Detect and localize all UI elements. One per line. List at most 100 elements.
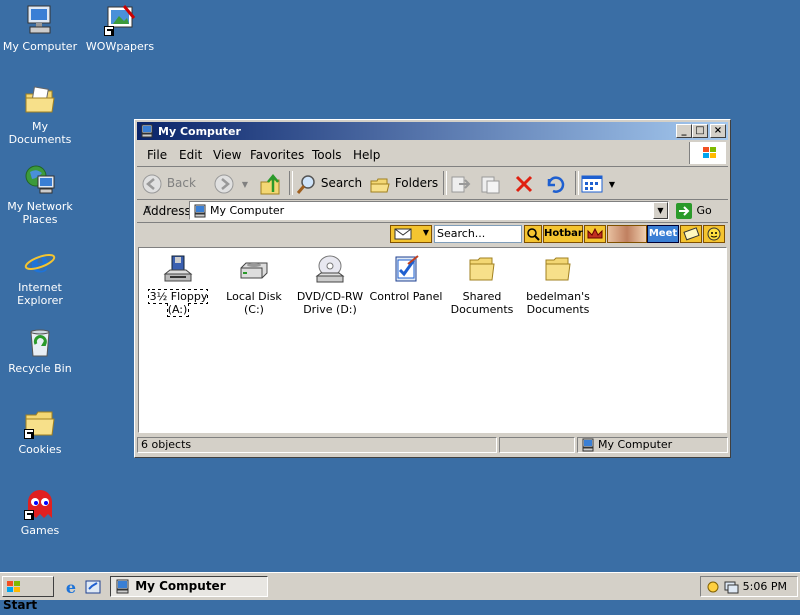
folders-label: Folders	[394, 176, 439, 190]
toolbar-separator	[575, 171, 579, 195]
shortcut-arrow-icon	[24, 429, 34, 439]
tray-network-icon[interactable]	[723, 579, 739, 601]
desktop-icon-label: Games	[20, 524, 60, 537]
desktop-icon-my-network-places[interactable]: My Network Places	[0, 164, 80, 226]
address-label: Address	[143, 204, 191, 218]
folder-item-bedelmans-documents[interactable]: bedelman's Documents	[520, 254, 596, 316]
quick-launch-show-desktop-icon[interactable]	[84, 578, 102, 596]
drive-item-floppy[interactable]: 3½ Floppy (A:)	[140, 254, 216, 317]
hotbar-button[interactable]: Hotbar	[543, 225, 583, 243]
maximize-button[interactable]: □	[692, 124, 708, 138]
desktop-icon-games[interactable]: Games	[0, 488, 80, 537]
address-dropdown-button[interactable]: ▼	[653, 202, 668, 219]
address-field[interactable]: My Computer ▼	[189, 201, 669, 220]
back-arrow-icon	[142, 174, 162, 193]
desktop-icon-internet-explorer[interactable]: e Internet Explorer	[0, 245, 80, 307]
menu-bar: File Edit View Favorites Tools Help	[137, 142, 728, 167]
menu-favorites[interactable]: Favorites	[250, 148, 304, 162]
folders-button[interactable]: Folders	[369, 171, 439, 195]
search-icon	[527, 228, 540, 241]
desktop-icon-wowpapers[interactable]: WOWpapers	[80, 4, 160, 53]
tray-weather-icon[interactable]	[705, 579, 721, 601]
shortcut-arrow-icon	[104, 26, 114, 36]
start-button[interactable]: Start	[2, 576, 54, 612]
envelope-icon	[394, 228, 412, 240]
internet-explorer-icon: e	[24, 245, 56, 280]
folders-icon	[370, 178, 390, 192]
forward-button[interactable]: ▼	[213, 171, 249, 195]
faces-banner[interactable]	[607, 225, 647, 243]
status-location-label: My Computer	[598, 438, 673, 451]
desktop-icon-label: My Network Places	[7, 200, 73, 226]
go-button[interactable]: Go	[675, 201, 725, 220]
desktop-icon-my-documents[interactable]: My Documents	[0, 84, 80, 146]
svg-text:e: e	[30, 245, 49, 277]
go-label: Go	[696, 204, 712, 217]
toolbar-search-input[interactable]: Search...	[434, 225, 522, 243]
ticket-icon[interactable]	[680, 225, 702, 243]
shortcut-arrow-icon	[24, 510, 34, 520]
menu-help[interactable]: Help	[353, 148, 380, 162]
toolbar-search-button[interactable]	[524, 225, 542, 243]
up-folder-button[interactable]	[259, 171, 285, 195]
taskbar-button-my-computer[interactable]: My Computer	[110, 576, 268, 597]
chevron-down-icon: ▼	[608, 180, 615, 189]
copy-to-button[interactable]	[479, 171, 505, 195]
desktop-icon-cookies[interactable]: Cookies	[0, 407, 80, 456]
desktop-icon-label: Internet Explorer	[17, 281, 63, 307]
my-computer-icon	[193, 204, 207, 221]
undo-button[interactable]	[543, 171, 569, 195]
wowpapers-icon	[104, 4, 136, 36]
drive-item-local-disk[interactable]: Local Disk (C:)	[216, 254, 292, 316]
menu-edit[interactable]: Edit	[179, 148, 202, 162]
views-button[interactable]: ▼	[581, 171, 617, 195]
network-places-icon	[24, 164, 56, 196]
window-titlebar[interactable]: My Computer _ □ ×	[137, 122, 728, 140]
my-computer-icon	[140, 124, 154, 138]
item-label: 3½ Floppy (A:)	[147, 289, 209, 317]
item-label: DVD/CD-RW Drive (D:)	[296, 290, 364, 316]
search-label: Search	[320, 176, 363, 190]
crown-icon[interactable]	[584, 225, 606, 243]
back-button[interactable]: Back ▼	[141, 171, 207, 213]
move-to-button[interactable]	[449, 171, 475, 195]
meet-button[interactable]: Meet	[647, 225, 679, 243]
minimize-button[interactable]: _	[676, 124, 692, 138]
desktop-icon-label: My Computer	[2, 40, 78, 53]
smiley-icon[interactable]	[703, 225, 725, 243]
quick-launch-ie-icon[interactable]: e	[62, 578, 80, 597]
email-button[interactable]: ▼	[390, 225, 432, 243]
folder-icon	[466, 254, 498, 286]
taskbar: Start e My Computer 5:06 PM	[0, 572, 800, 612]
toolbar-search-placeholder: Search...	[437, 227, 486, 240]
taskbar-button-label: My Computer	[135, 579, 226, 593]
menu-tools[interactable]: Tools	[312, 148, 342, 162]
links-toolbar: ▼ Search... Hotbar Meet	[137, 223, 728, 245]
item-label: bedelman's Documents	[526, 290, 590, 316]
desktop-icon-label: Cookies	[18, 443, 62, 456]
toolbar-separator	[289, 171, 293, 195]
status-bar: 6 objects My Computer	[137, 436, 728, 454]
desktop-icon-my-computer[interactable]: My Computer	[0, 4, 80, 53]
drive-item-dvd-cdrw[interactable]: DVD/CD-RW Drive (D:)	[292, 254, 368, 316]
item-label: Local Disk (C:)	[226, 290, 282, 316]
status-location: My Computer	[577, 437, 728, 453]
delete-button[interactable]	[513, 171, 539, 195]
desktop-icon-label: Recycle Bin	[8, 362, 72, 375]
search-button[interactable]: Search	[295, 171, 363, 195]
system-tray: 5:06 PM	[700, 576, 798, 597]
menu-file[interactable]: File	[147, 148, 167, 162]
delete-x-icon	[515, 175, 533, 192]
chevron-down-icon: ▼	[422, 228, 429, 237]
svg-text:e: e	[66, 578, 76, 596]
menu-view[interactable]: View	[213, 148, 241, 162]
desktop-icon-recycle-bin[interactable]: Recycle Bin	[0, 326, 80, 375]
folder-item-shared-documents[interactable]: Shared Documents	[444, 254, 520, 316]
folder-icon	[24, 407, 56, 439]
close-button[interactable]: ×	[710, 124, 726, 138]
windows-logo-icon	[7, 580, 20, 592]
control-panel-item[interactable]: Control Panel	[368, 254, 444, 303]
address-value: My Computer	[210, 204, 285, 217]
move-to-icon	[451, 176, 471, 192]
desktop-icon-label: My Documents	[8, 120, 72, 146]
